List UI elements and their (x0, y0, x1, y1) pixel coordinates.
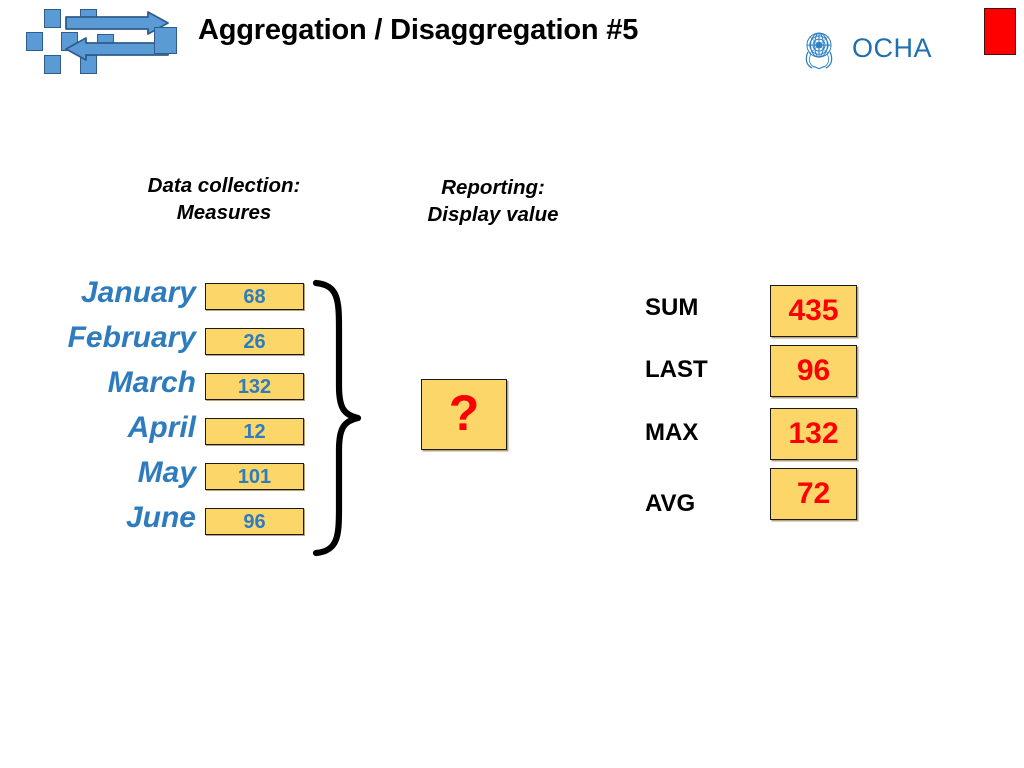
month-label: April (127, 411, 196, 444)
measure-row: May 101 (0, 456, 320, 501)
measure-value-box: 26 (205, 328, 304, 355)
measure-row: June 96 (0, 501, 320, 546)
month-label: May (137, 456, 196, 489)
aggregation-value: 72 (796, 477, 831, 510)
aggregation-label: AVG (645, 490, 696, 517)
measure-value-box: 96 (205, 508, 304, 535)
measures-list: January 68 February 26 March 132 April 1… (0, 276, 320, 546)
display-value-box: ? (421, 379, 507, 450)
ocha-label: OCHA (852, 32, 933, 63)
aggregation-row: SUM 435 (600, 276, 930, 337)
aggregation-value: 96 (796, 354, 831, 387)
question-mark-icon: ? (448, 385, 480, 441)
arrow-left-icon (65, 37, 169, 61)
red-flag-marker (984, 8, 1016, 55)
mini-square (44, 9, 61, 28)
un-emblem-icon (805, 32, 833, 70)
aggregation-value-box: 72 (770, 468, 857, 520)
slide-header: Aggregation / Disaggregation #5 OCHA (0, 0, 1024, 92)
month-label: June (125, 501, 196, 534)
measure-row: February 26 (0, 321, 320, 366)
month-label: March (107, 366, 196, 399)
measure-value: 12 (243, 420, 266, 443)
page-title: Aggregation / Disaggregation #5 (198, 14, 639, 46)
measure-value: 26 (243, 330, 266, 353)
aggregation-value-box: 96 (770, 345, 857, 397)
aggregation-row: LAST 96 (600, 337, 930, 398)
measure-value-box: 132 (205, 373, 304, 400)
aggregation-value: 435 (788, 294, 839, 327)
aggregation-row: MAX 132 (600, 398, 930, 460)
aggregation-label: MAX (645, 419, 699, 446)
mini-square (26, 32, 43, 51)
aggregation-label: LAST (645, 356, 708, 383)
aggregation-label: SUM (645, 294, 699, 321)
month-label: February (67, 321, 196, 354)
mini-square (44, 55, 61, 74)
measure-row: March 132 (0, 366, 320, 411)
curly-brace-right (312, 279, 362, 557)
data-collection-heading: Data collection: Measures (147, 174, 301, 225)
measure-value-box: 12 (205, 418, 304, 445)
arrow-right-icon (65, 11, 169, 35)
aggregations-list: SUM 435 LAST 96 MAX 132 AVG 72 (600, 276, 930, 520)
measure-row: January 68 (0, 276, 320, 321)
measure-value-box: 101 (205, 463, 304, 490)
aggregation-value-box: 435 (770, 285, 857, 337)
measure-value-box: 68 (205, 283, 304, 310)
measure-value: 68 (243, 285, 266, 308)
aggregate-square (154, 27, 177, 54)
measure-value: 132 (237, 375, 272, 398)
measure-value: 101 (237, 465, 272, 488)
aggregation-value-box: 132 (770, 408, 857, 460)
aggregation-row: AVG 72 (600, 459, 930, 520)
aggregation-disaggregation-icon (6, 5, 186, 74)
measure-value: 96 (243, 510, 266, 533)
month-label: January (80, 276, 196, 309)
ocha-logo: OCHA (795, 24, 932, 72)
aggregation-value: 132 (788, 417, 839, 450)
measure-row: April 12 (0, 411, 320, 456)
reporting-heading: Reporting: Display value (427, 176, 559, 227)
